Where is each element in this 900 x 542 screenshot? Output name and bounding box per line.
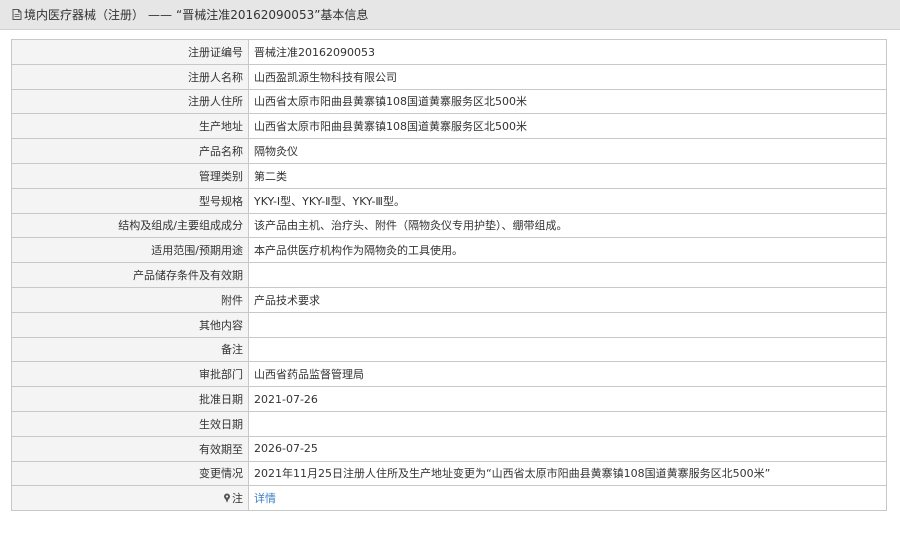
row-label: 结构及组成/主要组成成分	[11, 212, 249, 239]
table-row: 生效日期	[11, 410, 887, 437]
row-value	[248, 410, 887, 437]
note-value-cell: 详情	[248, 485, 887, 512]
page-header: 境内医疗器械（注册） —— “晋械注准20162090053”基本信息	[0, 0, 900, 30]
table-row: 管理类别 第二类	[11, 162, 887, 189]
registration-info-table: 注册证编号 晋械注准20162090053 注册人名称 山西盈凯源生物科技有限公…	[11, 39, 887, 512]
row-label: 注册人名称	[11, 63, 249, 90]
row-value: 本产品供医疗机构作为隔物灸的工具使用。	[248, 237, 887, 264]
table-row: 注册人名称 山西盈凯源生物科技有限公司	[11, 63, 887, 90]
row-value: 山西省药品监督管理局	[248, 361, 887, 388]
row-value: 2026-07-25	[248, 435, 887, 462]
row-label: 变更情况	[11, 460, 249, 487]
row-label: 适用范围/预期用途	[11, 237, 249, 264]
row-value: YKY-Ⅰ型、YKY-Ⅱ型、YKY-Ⅲ型。	[248, 187, 887, 214]
row-value: 第二类	[248, 162, 887, 189]
row-value	[248, 311, 887, 338]
table-row: 注册人住所 山西省太原市阳曲县黄寨镇108国道黄寨服务区北500米	[11, 88, 887, 115]
table-row: 型号规格 YKY-Ⅰ型、YKY-Ⅱ型、YKY-Ⅲ型。	[11, 187, 887, 214]
row-label: 批准日期	[11, 386, 249, 412]
table-row: 产品储存条件及有效期	[11, 262, 887, 288]
header-category: 境内医疗器械（注册）	[24, 8, 145, 22]
row-label: 注册证编号	[11, 39, 249, 65]
row-label: 生效日期	[11, 410, 249, 437]
row-value: 晋械注准20162090053	[248, 39, 887, 65]
row-value: 山西省太原市阳曲县黄寨镇108国道黄寨服务区北500米	[248, 88, 887, 115]
row-value	[248, 262, 887, 288]
table-row: 结构及组成/主要组成成分 该产品由主机、治疗头、附件（隔物灸仪专用护垫）、绷带组…	[11, 212, 887, 239]
table-row: 备注	[11, 336, 887, 363]
table-row: 变更情况 2021年11月25日注册人住所及生产地址变更为“山西省太原市阳曲县黄…	[11, 460, 887, 487]
table-row: 产品名称 隔物灸仪	[11, 138, 887, 164]
pin-icon	[224, 493, 230, 504]
note-label: 注	[232, 492, 243, 506]
row-label: 产品名称	[11, 138, 249, 164]
table-row: 注册证编号 晋械注准20162090053	[11, 39, 887, 65]
row-label: 有效期至	[11, 435, 249, 462]
table-row: 批准日期 2021-07-26	[11, 386, 887, 412]
table-row: 审批部门 山西省药品监督管理局	[11, 361, 887, 388]
row-value: 该产品由主机、治疗头、附件（隔物灸仪专用护垫）、绷带组成。	[248, 212, 887, 239]
row-value: 产品技术要求	[248, 286, 887, 313]
table-row: 有效期至 2026-07-25	[11, 435, 887, 462]
document-icon	[12, 9, 22, 20]
row-value: 2021年11月25日注册人住所及生产地址变更为“山西省太原市阳曲县黄寨镇108…	[248, 460, 887, 487]
row-label: 审批部门	[11, 361, 249, 388]
row-label: 生产地址	[11, 113, 249, 140]
row-label: 附件	[11, 286, 249, 313]
details-link[interactable]: 详情	[254, 492, 276, 505]
row-value: 山西盈凯源生物科技有限公司	[248, 63, 887, 90]
table-row: 附件 产品技术要求	[11, 286, 887, 313]
row-label: 其他内容	[11, 311, 249, 338]
row-value: 隔物灸仪	[248, 138, 887, 164]
header-title: “晋械注准20162090053”基本信息	[176, 8, 369, 22]
row-label: 备注	[11, 336, 249, 363]
row-value: 2021-07-26	[248, 386, 887, 412]
row-value	[248, 336, 887, 363]
row-label: 管理类别	[11, 162, 249, 189]
table-row: 其他内容	[11, 311, 887, 338]
note-label-cell: 注	[11, 485, 249, 512]
row-label: 型号规格	[11, 187, 249, 214]
row-label: 注册人住所	[11, 88, 249, 115]
row-label: 产品储存条件及有效期	[11, 262, 249, 288]
row-value: 山西省太原市阳曲县黄寨镇108国道黄寨服务区北500米	[248, 113, 887, 140]
table-row: 生产地址 山西省太原市阳曲县黄寨镇108国道黄寨服务区北500米	[11, 113, 887, 140]
table-row-note: 注 详情	[11, 485, 887, 512]
table-row: 适用范围/预期用途 本产品供医疗机构作为隔物灸的工具使用。	[11, 237, 887, 264]
header-separator: ——	[148, 7, 173, 22]
